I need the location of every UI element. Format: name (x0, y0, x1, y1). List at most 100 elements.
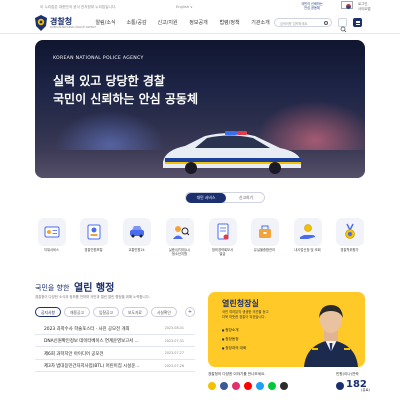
card-links: 청장소개 청장동정 청장과의 대화 (222, 326, 246, 353)
tab-press[interactable]: 보도자료 (121, 307, 148, 317)
card-title: 열린청장실 (222, 299, 259, 308)
service-item[interactable]: 내사업신청 및 조회 (291, 218, 324, 252)
service-item[interactable]: 범죄경력회보서 발급 (206, 218, 239, 256)
tab-bid[interactable]: 입찰공고 (92, 307, 119, 317)
list-item[interactable]: 제6회 과학치안 아이디어 공모전 2023.07.27 (35, 347, 195, 360)
link-commissioner-talk[interactable]: 청장과의 대화 (222, 344, 246, 353)
sns-title: 경찰청의 다양한 이야기를 만나보세요. (208, 372, 266, 376)
nav-item-report[interactable]: 신고/지원 (152, 19, 183, 26)
service-label: 실종/성착취(Li) 청소년지원 (168, 248, 191, 256)
korea-flag-icon (341, 1, 353, 9)
hand-coin-icon (299, 224, 315, 239)
instagram-icon[interactable] (232, 382, 240, 390)
news-list: 2023 과학수사 학술포스터 · 사진 공모전 개최 2023.08.01 D… (35, 322, 195, 372)
service-label: 경찰민원포털 (84, 248, 103, 252)
more-button[interactable]: + (185, 307, 195, 317)
section-description: 경찰청이 다양한 소식과 정보를 전하며 국민과 열린 열린 행정을 위해 노력… (35, 295, 150, 299)
language-select[interactable]: English ∨ (176, 5, 193, 9)
service-label: 유실물종합관리 (253, 248, 276, 252)
utility-links: 로그인 사이트맵 (358, 2, 370, 11)
hero-subheadline: 국민이 신뢰하는 안심 공동체 (53, 92, 199, 106)
link-commissioner-intro[interactable]: 청장소개 (222, 326, 246, 335)
news-date: 2023.07.26 (164, 363, 184, 368)
sns-links (208, 382, 292, 390)
menu-icon (355, 20, 360, 22)
youtube-icon[interactable] (244, 382, 252, 390)
phone-icon (336, 382, 344, 390)
search-placeholder: 검색어를 입력하세요 (280, 22, 308, 26)
list-item[interactable]: 2023 과학수사 학술포스터 · 사진 공모전 개최 2023.08.01 (35, 322, 195, 335)
news-title: DNA신원확인정보 데이터베이스 연계운영보고서 ... (44, 339, 139, 344)
news-date: 2023.08.01 (164, 326, 184, 330)
search-button[interactable] (338, 18, 347, 33)
tiktok-icon[interactable] (280, 382, 288, 390)
lost-item-icon (258, 225, 271, 238)
facebook-icon[interactable] (220, 382, 228, 390)
list-item[interactable]: 제3차 범대응민간자치사업(BTL) 어린이집 시설운... 2023.07.2… (35, 360, 195, 372)
hero-tag: KOREAN NATIONAL POLICE AGENCY (53, 56, 144, 61)
twitter-icon[interactable] (256, 382, 264, 390)
portal-icon (87, 224, 100, 240)
board-tabs: 공지사항 채용공고 입찰공고 보도자료 사실확인 (35, 307, 180, 317)
search-icon (340, 26, 347, 33)
search-input[interactable]: 검색어를 입력하세요 (274, 18, 332, 27)
traffic-icon (129, 226, 144, 238)
menu-icon (355, 22, 360, 23)
menu-button[interactable] (353, 18, 362, 27)
card-desc-line: 국민 여러분의 생생한 의견을 듣고 (222, 310, 269, 314)
news-date: 2023.07.27 (164, 351, 184, 355)
service-grid: 지워서비스 경찰민원포털 교통민원24 실종/성착취(Li) 청소년지원 범죄경… (35, 218, 365, 262)
service-item[interactable]: 유실물종합관리 (248, 218, 281, 252)
call-suffix: (유료) (361, 388, 370, 392)
kakao-icon[interactable] (208, 382, 216, 390)
service-item[interactable]: 지워서비스 (35, 218, 68, 252)
service-label: 교통민원24 (128, 248, 145, 252)
certificate-icon (217, 223, 228, 240)
police-emblem-icon[interactable] (34, 15, 48, 31)
slogan-line: 안심 공동체 (304, 6, 320, 10)
slogan-logo: 국민이 신뢰하는 안심 공동체 (297, 2, 327, 11)
service-label: 내사업신청 및 조회 (294, 248, 321, 252)
service-tabs: 대민 서비스 신고하기 (185, 192, 265, 203)
menu-icon (355, 23, 360, 25)
naver-blog-icon[interactable] (268, 382, 276, 390)
news-title: 제3차 범대응민간자치사업(BTL) 어린이집 시설운... (44, 364, 140, 369)
nav-item-about[interactable]: 기관소개 (245, 19, 276, 26)
news-date: 2023.07.31 (164, 338, 184, 343)
police-car-image (163, 131, 301, 174)
commissioner-portrait (304, 305, 358, 367)
service-item[interactable]: 경찰학위평가 (333, 218, 366, 252)
nav-item-news[interactable]: 알림/소식 (90, 19, 121, 26)
site-header: 경찰청 KOREAN NATIONAL POLICE AGENCY 알림/소식 … (0, 12, 400, 34)
hero-banner[interactable]: KOREAN NATIONAL POLICE AGENCY 실력 있고 당당한 … (35, 40, 365, 178)
hero-headline: 실력 있고 당당한 경찰 (53, 74, 165, 88)
nav-item-disclosure[interactable]: 정보공개 (183, 19, 214, 26)
card-description: 국민 여러분의 생생한 의견을 듣고 더욱 따뜻한 경찰이 되겠습니다. (222, 310, 269, 319)
tab-fact-check[interactable]: 사실확인 (150, 307, 177, 317)
service-item[interactable]: 교통민원24 (120, 218, 153, 252)
tab-report[interactable]: 신고하기 (226, 193, 266, 203)
section-title: 열린 행정 (74, 283, 115, 294)
call-label: 민원(이나)연락 (336, 372, 359, 376)
top-notice-bar: 이 누리집은 대한민국 공식 전자정부 누리집입니다. English ∨ 국민… (0, 0, 400, 12)
list-item[interactable]: DNA신원확인정보 데이터베이스 연계운영보고서 ... 2023.07.31 (35, 335, 195, 347)
news-title: 제6회 과학치안 아이디어 공모전 (44, 351, 104, 357)
commissioner-card[interactable]: 열린청장실 국민 여러분의 생생한 의견을 듣고 더욱 따뜻한 경찰이 되겠습니… (208, 292, 365, 367)
service-item[interactable]: 실종/성착취(Li) 청소년지원 (163, 218, 196, 256)
sitemap-link[interactable]: 사이트맵 (358, 7, 370, 12)
service-label: 지워서비스 (43, 248, 60, 252)
search-icon (324, 21, 328, 25)
service-item[interactable]: 경찰민원포털 (77, 218, 110, 252)
tab-notice[interactable]: 공지사항 (35, 307, 61, 317)
missing-person-icon (172, 226, 189, 239)
tab-recruit[interactable]: 채용공고 (63, 307, 90, 317)
service-label: 경찰학위평가 (340, 248, 359, 252)
nav-item-law[interactable]: 법령/정책 (214, 19, 245, 26)
tab-civil-service[interactable]: 대민 서비스 (186, 193, 226, 203)
news-title: 2023 과학수사 학술포스터 · 사진 공모전 개최 (44, 326, 130, 332)
link-commissioner-news[interactable]: 청장동정 (222, 335, 246, 344)
nav-item-communication[interactable]: 소통/공감 (121, 19, 152, 26)
medal-icon (344, 223, 355, 239)
service-label: 범죄경력회보서 발급 (211, 248, 234, 256)
id-card-icon (44, 226, 59, 238)
